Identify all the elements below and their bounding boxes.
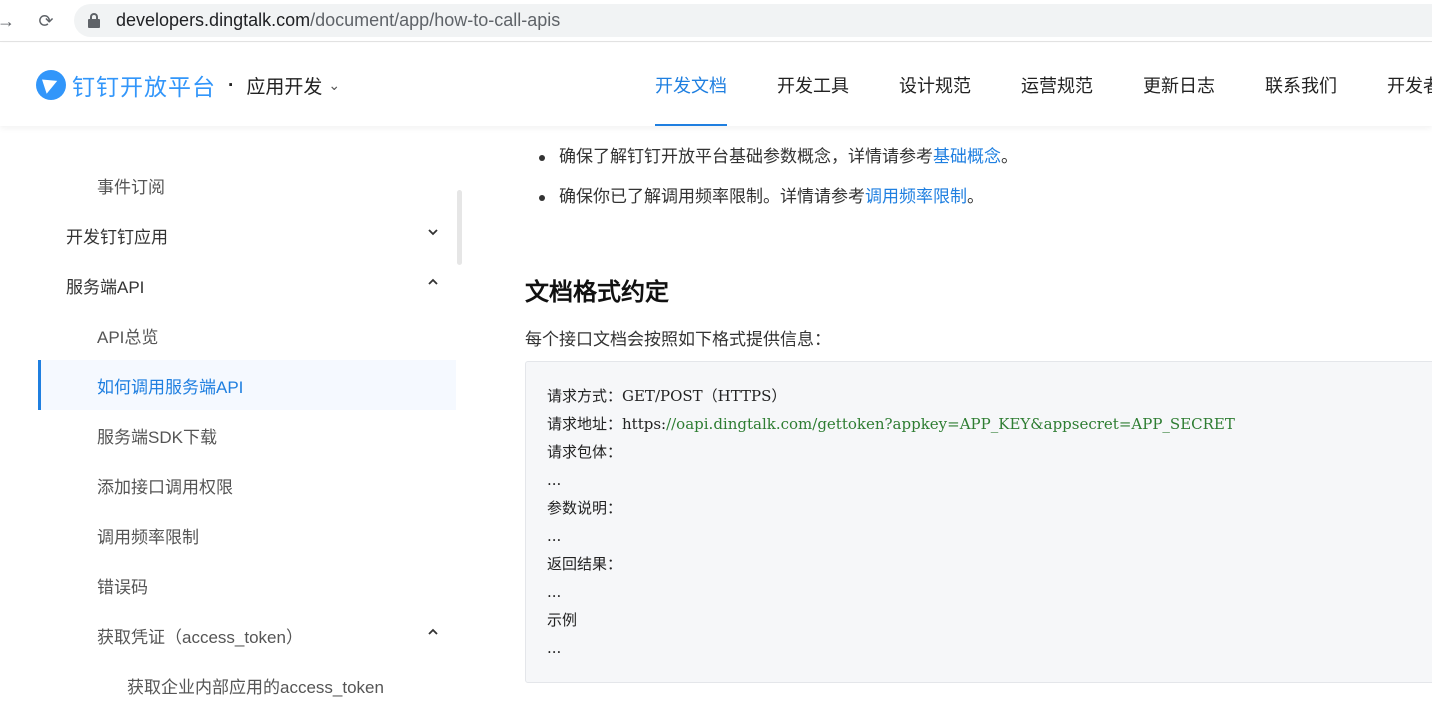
top-nav: 开发文档 开发工具 设计规范 运营规范 更新日志 联系我们 开发者 [630,43,1432,126]
address-bar[interactable]: developers.dingtalk.com/document/app/how… [74,4,1432,37]
bullet-text: 确保你已了解调用频率限制。详情请参考 [559,187,865,206]
code-line: 示例 [547,611,578,629]
code-text[interactable]: 请求方式：GET/POST（HTTPS） 请求地址：https://oapi.di… [547,382,1235,662]
url-text[interactable]: developers.dingtalk.com/document/app/how… [116,10,560,31]
sidebar-item-label: 如何调用服务端API [97,377,244,397]
rate-limit-link[interactable]: 调用频率限制 [865,187,967,206]
nav-design-spec[interactable]: 设计规范 [874,43,996,126]
code-line: ... [547,583,562,601]
sidebar-item-label: 服务端API [66,277,145,297]
sidebar-item-event-subscription[interactable]: 事件订阅 [38,160,456,210]
doc-content: 确保了解钉钉开放平台基础参数概念，详情请参考基础概念。 确保你已了解调用频率限制… [490,126,1432,709]
app-switch-dropdown[interactable]: · 应用开发 ⌄ [228,72,340,99]
sidebar-item-label: 开发钉钉应用 [66,227,168,247]
chevron-up-icon[interactable] [428,627,438,637]
sidebar-item-develop-app[interactable]: 开发钉钉应用 [38,210,456,260]
sidebar-item-label: 错误码 [97,577,148,597]
basic-concepts-link[interactable]: 基础概念 [933,147,1001,166]
sidebar-item-sdk-download[interactable]: 服务端SDK下载 [38,410,456,460]
forward-arrow-icon[interactable]: → [0,9,18,33]
nav-dev-docs[interactable]: 开发文档 [630,43,752,126]
code-line-prefix: 请求地址：https: [547,415,667,433]
url-path: /document/app/how-to-call-apis [310,10,561,30]
sidebar-item-error-codes[interactable]: 错误码 [38,560,456,610]
app-switch-label: 应用开发 [246,77,323,98]
nav-developer[interactable]: 开发者 [1362,43,1432,126]
code-line: ... [547,471,562,489]
dingtalk-logo-icon [36,70,66,100]
bullet-tail: 。 [967,187,984,206]
sidebar-item-add-permission[interactable]: 添加接口调用权限 [38,460,456,510]
prerequisite-list: 确保了解钉钉开放平台基础参数概念，详情请参考基础概念。 确保你已了解调用频率限制… [535,142,1018,222]
browser-toolbar: → ⟳ developers.dingtalk.com/document/app… [0,0,1432,42]
section-lead: 每个接口文档会按照如下格式提供信息： [525,330,831,349]
reload-icon[interactable]: ⟳ [34,9,58,33]
chevron-down-icon: ⌄ [328,77,341,93]
sidebar-item-label: 获取凭证（access_token） [97,627,303,647]
sidebar-item-get-access-token[interactable]: 获取凭证（access_token） [38,610,456,660]
sidebar-item-label: 服务端SDK下载 [97,427,217,447]
code-line: ... [547,527,562,545]
code-url: //oapi.dingtalk.com/gettoken?appkey=APP_… [666,415,1235,433]
chevron-up-icon[interactable] [428,277,438,287]
logo[interactable]: 钉钉开放平台 [36,68,216,102]
sidebar-item-api-overview[interactable]: API总览 [38,310,456,360]
code-line: 参数说明： [547,499,623,517]
code-line: 请求地址：https://oapi.dingtalk.com/gettoken?… [547,410,1235,438]
lock-icon[interactable] [88,13,100,28]
code-line: 请求方式：GET/POST（HTTPS） [547,387,787,405]
sidebar-item-label: API总览 [97,327,159,347]
list-item: 确保了解钉钉开放平台基础参数概念，详情请参考基础概念。 [535,142,1018,182]
list-item: 确保你已了解调用频率限制。详情请参考调用频率限制。 [535,182,1018,222]
sidebar-item-label: 事件订阅 [97,177,165,197]
sidebar-item-how-to-call-api[interactable]: 如何调用服务端API [38,360,456,410]
code-block: 请求方式：GET/POST（HTTPS） 请求地址：https://oapi.di… [525,361,1432,683]
chevron-down-icon[interactable] [428,227,438,237]
sidebar-item-label: 调用频率限制 [97,527,199,547]
nav-ops-spec[interactable]: 运营规范 [996,43,1118,126]
code-line: ... [547,639,562,657]
sidebar-item-label: 添加接口调用权限 [97,477,233,497]
nav-dev-tools[interactable]: 开发工具 [752,43,874,126]
sidebar-scrollbar[interactable] [457,190,462,265]
url-host: developers.dingtalk.com [116,10,311,30]
sidebar-item-label: 获取企业内部应用的access_token [127,677,384,697]
code-line: 请求包体： [547,443,623,461]
code-line: 返回结果： [547,555,623,573]
logo-text: 钉钉开放平台 [72,74,216,100]
site-header: 钉钉开放平台 · 应用开发 ⌄ 开发文档 开发工具 设计规范 运营规范 更新日志… [0,43,1432,126]
sidebar-item-internal-app-token[interactable]: 获取企业内部应用的access_token [38,660,456,709]
bullet-text: 确保了解钉钉开放平台基础参数概念，详情请参考 [559,147,933,166]
bullet-tail: 。 [1001,147,1018,166]
sidebar: 事件订阅 开发钉钉应用 服务端API API总览 如何调用服务端API 服务端S… [0,126,462,709]
sidebar-item-rate-limit[interactable]: 调用频率限制 [38,510,456,560]
sidebar-item-server-api[interactable]: 服务端API [38,260,456,310]
section-heading: 文档格式约定 [525,279,669,306]
nav-contact[interactable]: 联系我们 [1240,43,1362,126]
nav-changelog[interactable]: 更新日志 [1118,43,1240,126]
separator-dot: · [228,74,235,96]
